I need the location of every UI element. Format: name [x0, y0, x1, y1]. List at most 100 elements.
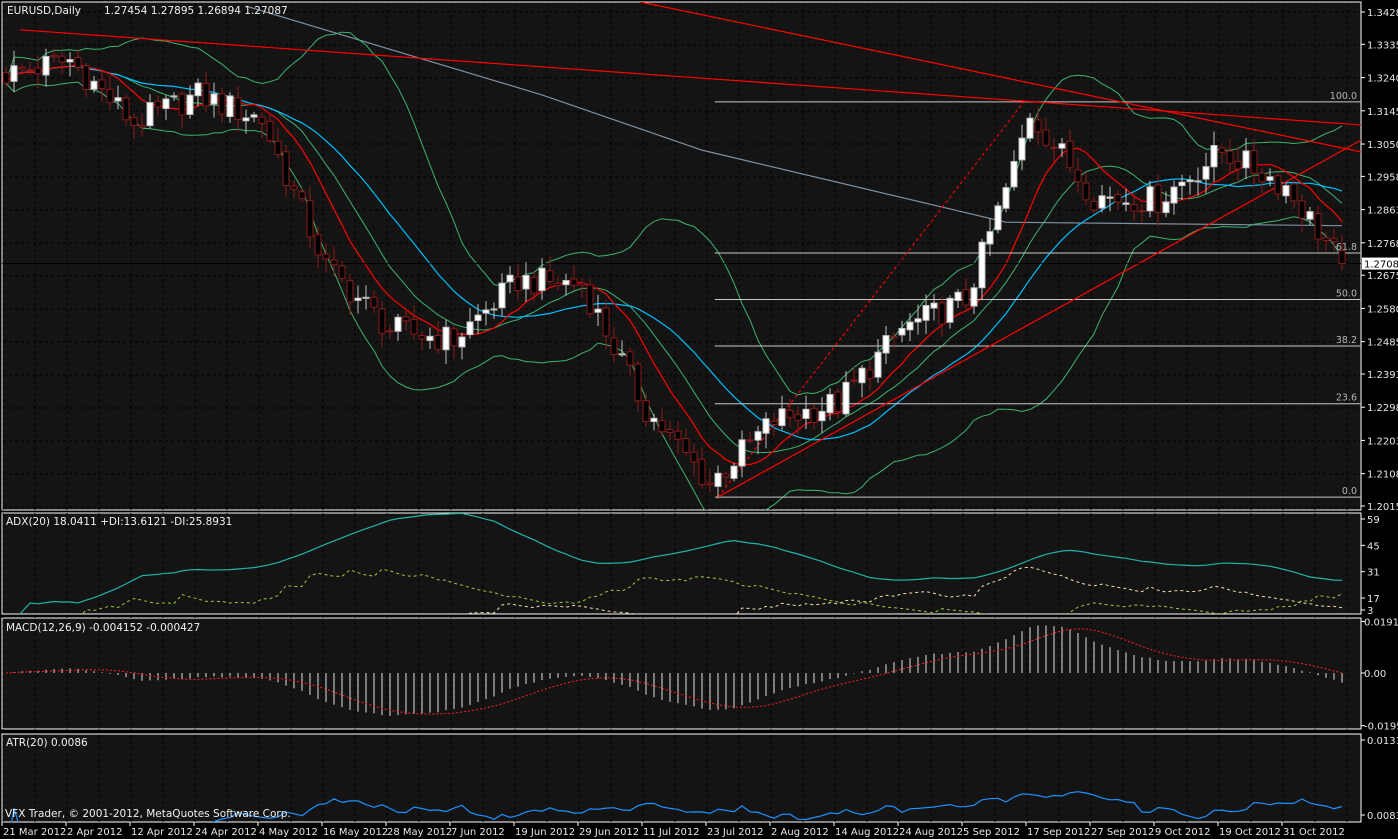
- candle[interactable]: [1002, 183, 1010, 213]
- macd-tick-label: -0.01955: [1364, 722, 1398, 733]
- candle-body: [706, 482, 714, 486]
- date-tick-label: 24 Apr 2012: [195, 827, 257, 838]
- candle-body: [1218, 147, 1226, 153]
- candle-body: [234, 97, 242, 121]
- candle-body: [306, 200, 314, 238]
- date-tick-label: 4 May 2012: [259, 827, 318, 838]
- candle-body: [1170, 186, 1178, 204]
- candle-body: [922, 304, 930, 321]
- candle-body: [1138, 210, 1146, 213]
- candle-body: [754, 431, 762, 441]
- candle[interactable]: [994, 201, 1002, 234]
- candle-body: [1114, 194, 1122, 203]
- candle-body: [714, 472, 722, 487]
- candle-body: [18, 66, 26, 70]
- candle-body: [338, 265, 346, 279]
- candle-body: [370, 296, 378, 308]
- candle-body: [1194, 180, 1202, 183]
- trading-chart[interactable]: 100.061.850.038.223.60.0 1.342801.333551…: [0, 0, 1398, 839]
- candle-body: [434, 334, 442, 350]
- price-tick-label: 1.25805: [1367, 304, 1398, 315]
- candle-body: [210, 93, 218, 105]
- date-tick-label: 16 May 2012: [323, 827, 388, 838]
- candle-body: [690, 451, 698, 463]
- candle-body: [1018, 137, 1026, 161]
- candle-body: [82, 65, 90, 90]
- candle-body: [106, 88, 114, 103]
- candle-body: [1202, 166, 1210, 180]
- date-tick-label: 2 Aug 2012: [771, 827, 829, 838]
- date-tick-label: 27 Sep 2012: [1091, 827, 1154, 838]
- date-tick-label: 7 Jun 2012: [451, 827, 505, 838]
- candle-body: [698, 458, 706, 486]
- candle-body: [946, 297, 954, 323]
- candle-body: [26, 69, 34, 72]
- candle-body: [1250, 150, 1258, 174]
- candle-body: [1066, 140, 1074, 169]
- candle-body: [1186, 179, 1194, 183]
- candle-body: [1130, 204, 1138, 212]
- candle-body: [1210, 144, 1218, 168]
- candle-body: [514, 276, 522, 292]
- candle-body: [226, 95, 234, 118]
- candle-body: [882, 335, 890, 354]
- candle-body: [666, 429, 674, 433]
- candle-body: [138, 125, 146, 128]
- adx-panel[interactable]: [1, 512, 1362, 615]
- candle-body: [394, 316, 402, 332]
- candle-body: [290, 185, 298, 190]
- price-tick-label: 1.31455: [1367, 107, 1398, 118]
- adx-tick-label: 3: [1367, 606, 1373, 617]
- ohlc-readout: 1.27454 1.27895 1.26894 1.27087: [104, 5, 288, 17]
- candle-body: [1050, 146, 1058, 149]
- price-tick-label: 1.20155: [1367, 502, 1398, 513]
- candle-body: [530, 276, 538, 294]
- candle-body: [146, 102, 154, 127]
- adx-label: ADX(20) 18.0411 +DI:13.6121 -DI:25.8931: [6, 516, 232, 528]
- candle-body: [802, 408, 810, 419]
- candle-body: [658, 420, 666, 433]
- candle-body: [986, 231, 994, 245]
- candle-body: [1090, 200, 1098, 211]
- copyright-footer: VFX Trader, © 2001-2012, MetaQuotes Soft…: [5, 808, 291, 820]
- adx-tick-label: 17: [1367, 594, 1380, 605]
- candle-body: [1242, 150, 1250, 169]
- candle-body: [562, 279, 570, 286]
- candle-body: [298, 191, 306, 200]
- candle-body: [898, 327, 906, 336]
- candle-body: [1282, 185, 1290, 197]
- price-tick-label: 1.28630: [1367, 206, 1398, 217]
- candle-body: [890, 335, 898, 338]
- date-tick-label: 24 Aug 2012: [899, 827, 963, 838]
- candle-body: [282, 151, 290, 187]
- candle-body: [474, 314, 482, 322]
- candle-body: [50, 54, 58, 58]
- candle-body: [1314, 213, 1322, 240]
- candle-body: [1146, 186, 1154, 212]
- candle-body: [1258, 172, 1266, 183]
- candle-body: [1338, 250, 1346, 265]
- candle-body: [450, 328, 458, 347]
- candle[interactable]: [586, 278, 594, 318]
- candle-body: [506, 274, 514, 283]
- candle-body: [906, 321, 914, 331]
- candle-body: [402, 316, 410, 322]
- candle-body: [482, 309, 490, 314]
- candle-body: [378, 308, 386, 334]
- candle-body: [626, 351, 634, 366]
- candle-body: [730, 465, 738, 479]
- fibonacci-level-label: 0.0: [1342, 486, 1357, 497]
- candle-body: [114, 97, 122, 102]
- candle-body: [314, 234, 322, 256]
- candle-body: [346, 280, 354, 303]
- adx-tick-label: 45: [1367, 541, 1380, 552]
- candle-body: [178, 93, 186, 116]
- macd-tick-label: 0.00: [1364, 669, 1386, 680]
- candle-body: [1010, 161, 1018, 188]
- price-tick-label: 1.22980: [1367, 403, 1398, 414]
- candle-body: [978, 241, 986, 289]
- candle-body: [762, 418, 770, 434]
- candle-body: [1266, 176, 1274, 181]
- candle-body: [258, 116, 266, 124]
- candle-body: [194, 82, 202, 97]
